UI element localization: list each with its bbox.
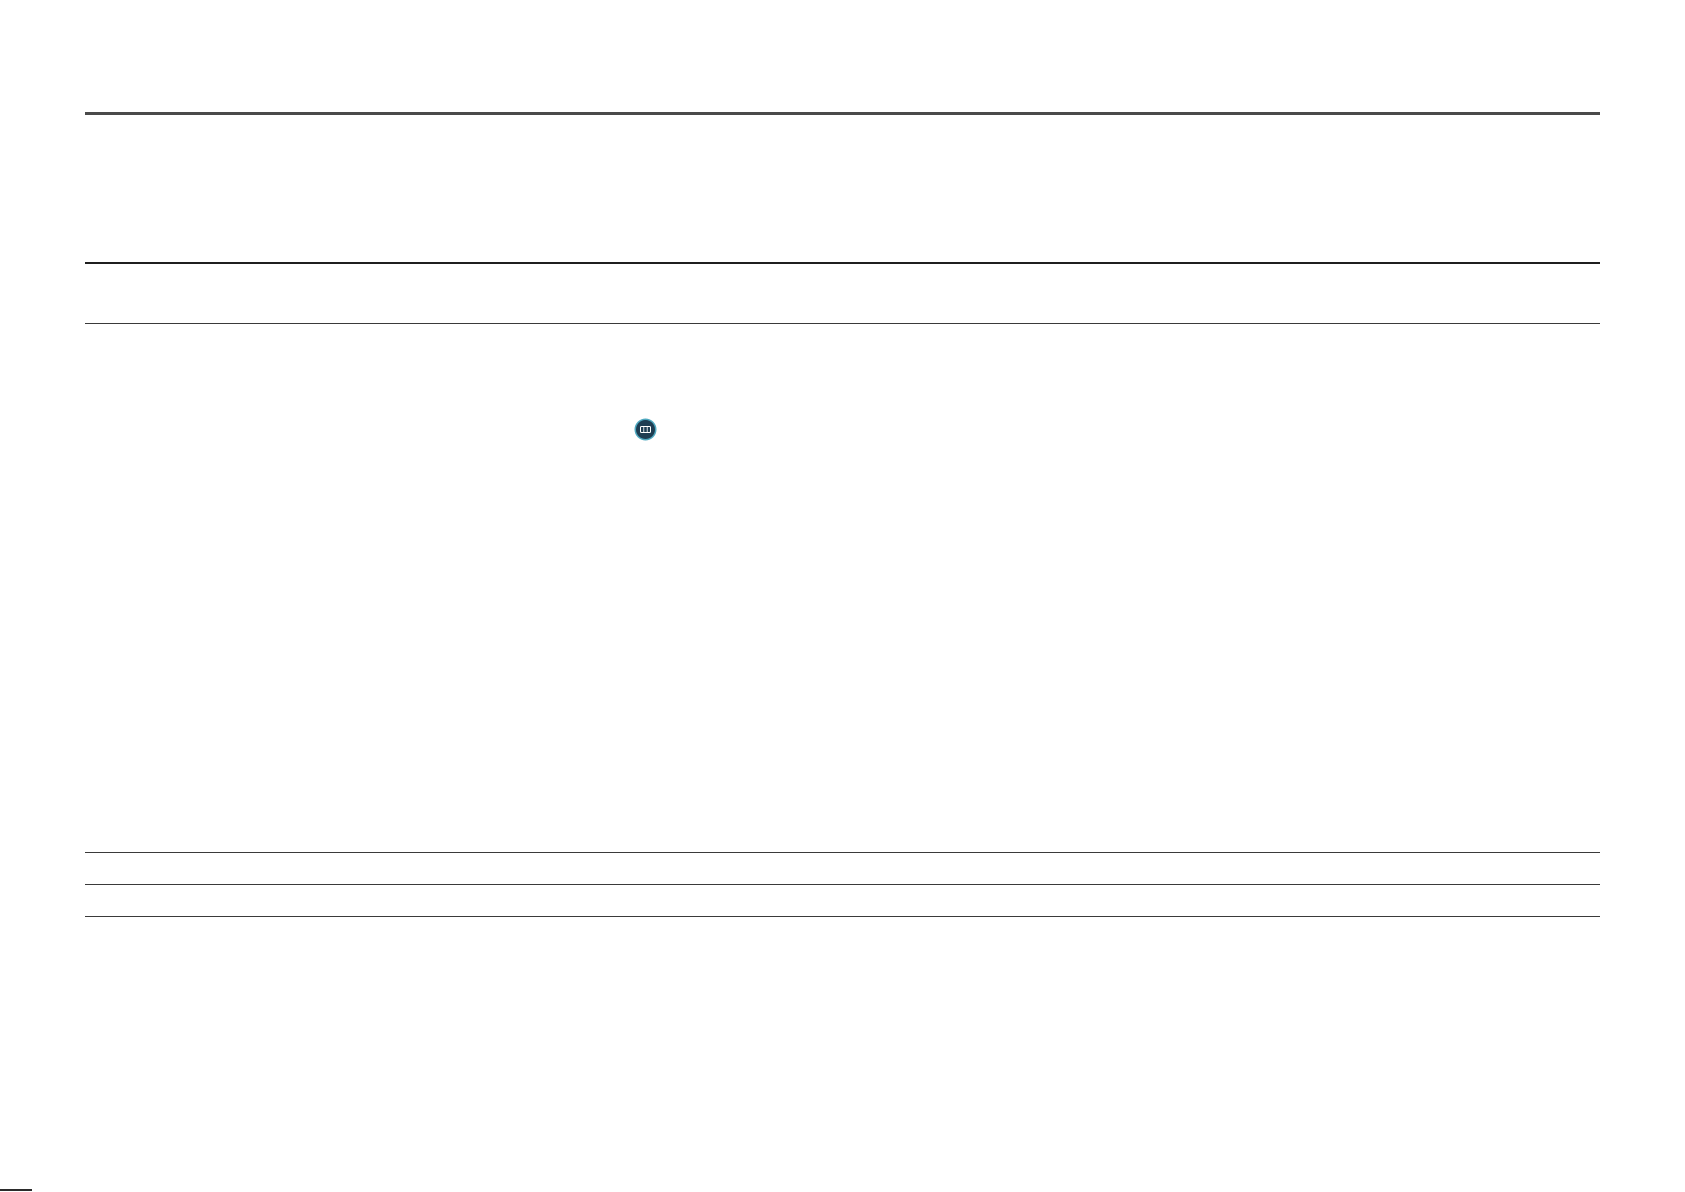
footer-rule bbox=[0, 1189, 32, 1191]
table-row-rule bbox=[85, 884, 1600, 885]
table-bottom-rule bbox=[85, 916, 1600, 917]
table-header-top-rule bbox=[85, 262, 1600, 264]
top-rule bbox=[85, 112, 1600, 115]
table-header-bottom-rule bbox=[85, 323, 1600, 324]
table-row-rule bbox=[85, 852, 1600, 853]
menu-button-icon bbox=[636, 420, 655, 439]
